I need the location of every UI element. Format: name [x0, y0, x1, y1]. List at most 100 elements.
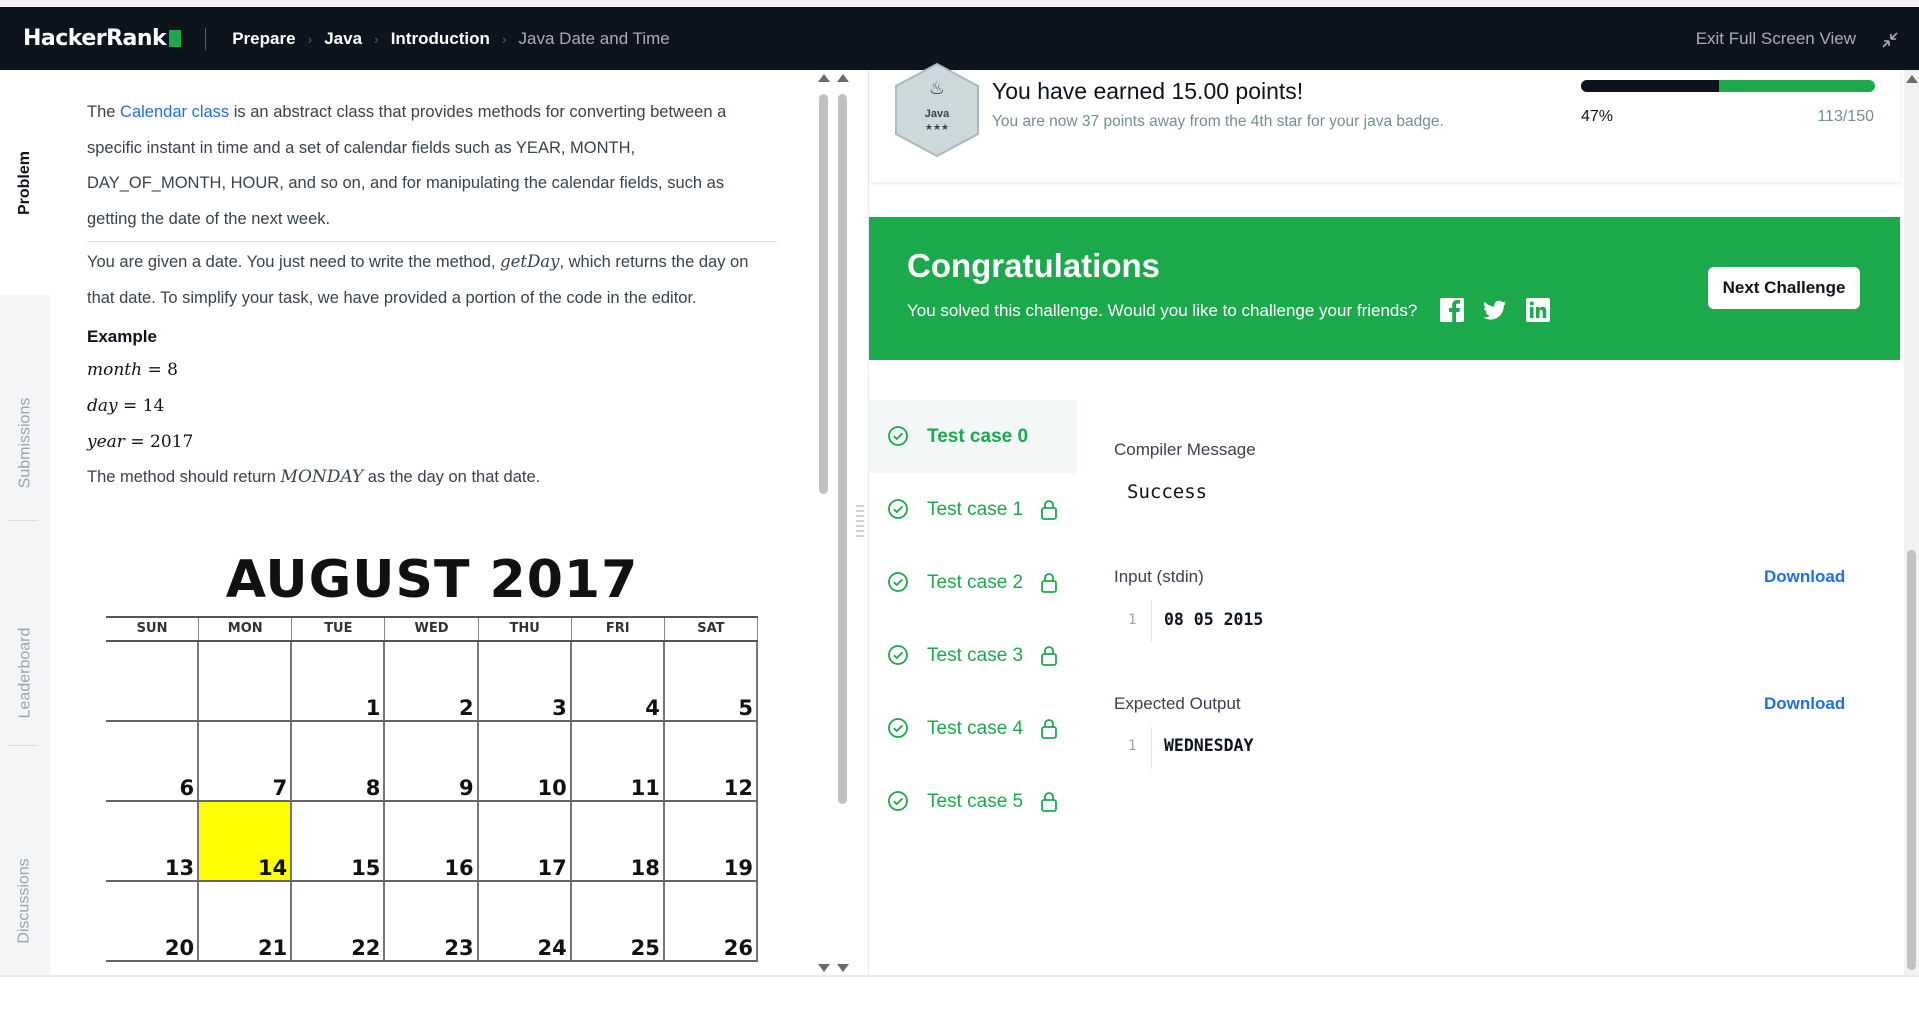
calendar-day-number: 25	[630, 936, 660, 960]
input-label: Input (stdin)	[1114, 567, 1204, 586]
calendar-day-number: 23	[444, 936, 474, 960]
panel-resize-handle[interactable]	[856, 505, 864, 543]
calendar-day-number: 17	[537, 856, 567, 880]
scroll-down-arrow-icon[interactable]	[818, 964, 830, 972]
test-case-label: Test case 0	[927, 425, 1029, 447]
check-circle-icon	[887, 717, 909, 739]
compiler-message-label: Compiler Message	[1114, 440, 1256, 459]
math-val: 14	[142, 396, 165, 416]
calendar-day-number: 18	[630, 856, 660, 880]
congratulations-banner: Congratulations You solved this challeng…	[869, 217, 1900, 360]
calendar-day-number: 21	[258, 936, 288, 960]
check-circle-icon	[887, 425, 909, 447]
calendar-day: 8	[292, 722, 386, 800]
scrollbar-thumb[interactable]	[1907, 550, 1916, 970]
calendar-day-number: 26	[723, 936, 753, 960]
calendar-day: 26	[665, 882, 758, 960]
test-case-0[interactable]: Test case 0	[869, 400, 1077, 473]
calendar-day: 20	[106, 882, 200, 960]
math-val: 2017	[150, 432, 194, 452]
problem-statement: The Calendar class is an abstract class …	[87, 70, 777, 496]
calendar-day: 11	[572, 722, 665, 800]
congratulations-subtitle: You solved this challenge. Would you lik…	[907, 301, 1418, 320]
scrollbar-thumb[interactable]	[819, 94, 828, 494]
calendar-day-highlighted: 14	[199, 802, 293, 880]
test-case-5[interactable]: Test case 5	[869, 765, 1077, 838]
check-circle-icon	[887, 571, 909, 593]
download-input-link[interactable]: Download	[1764, 567, 1845, 587]
calendar-day: 21	[199, 882, 293, 960]
problem-scrollbar[interactable]	[815, 74, 830, 974]
test-case-2[interactable]: Test case 2	[869, 546, 1077, 619]
points-earned-subtitle: You are now 37 points away from the 4th …	[992, 113, 1444, 130]
scroll-down-arrow-icon[interactable]	[837, 964, 849, 972]
calendar-day-number: 8	[365, 776, 381, 800]
exit-fullscreen-link[interactable]: Exit Full Screen View	[1696, 29, 1856, 49]
calendar-class-link[interactable]: Calendar class	[120, 103, 229, 121]
calendar-day-number: 20	[164, 936, 195, 960]
breadcrumb-java[interactable]: Java	[324, 29, 362, 49]
calendar-day-number: 19	[723, 856, 753, 880]
linkedin-icon[interactable]	[1525, 297, 1551, 323]
example-year: year = 2017	[87, 424, 777, 460]
breadcrumb-introduction[interactable]: Introduction	[391, 29, 490, 49]
math-op: =	[142, 360, 168, 380]
calendar-day: 2	[385, 642, 479, 720]
calendar-day-number: 9	[458, 776, 474, 800]
progress-fill	[1581, 80, 1720, 92]
tab-divider	[8, 745, 38, 746]
result-scrollbar[interactable]	[1904, 70, 1919, 977]
tab-leaderboard[interactable]: Leaderboard	[0, 560, 50, 785]
tab-discussions[interactable]: Discussions	[0, 788, 50, 1013]
exit-fullscreen-icon[interactable]	[1879, 29, 1901, 51]
text-fragment: The method should return	[87, 468, 281, 486]
download-output-link[interactable]: Download	[1764, 694, 1845, 714]
next-challenge-button[interactable]: Next Challenge	[1708, 267, 1860, 309]
scroll-up-arrow-icon[interactable]	[818, 74, 830, 82]
calendar-day: 3	[479, 642, 572, 720]
math-var: day	[87, 396, 118, 416]
compiler-message: Success	[1127, 481, 1208, 503]
badge-label: Java	[924, 108, 950, 120]
check-circle-icon	[887, 498, 909, 520]
test-case-1[interactable]: Test case 1	[869, 473, 1077, 546]
calendar-day	[106, 642, 200, 720]
calendar-day-number: 14	[258, 856, 288, 880]
calendar-weekday: MON	[199, 618, 293, 640]
header-divider	[205, 27, 207, 50]
section-divider	[87, 241, 777, 242]
calendar-image: AUGUST 2017 SUN MON TUE WED THU FRI SAT 123456…	[106, 548, 758, 977]
logo-mark	[169, 30, 182, 47]
calendar-day-number: 12	[723, 776, 753, 800]
editor-scrollbar[interactable]	[834, 74, 849, 974]
tab-submissions[interactable]: Submissions	[0, 330, 50, 555]
input-line-number: 1	[1128, 612, 1137, 628]
scroll-up-arrow-icon[interactable]	[1906, 75, 1918, 83]
calendar-day-number: 6	[179, 776, 195, 800]
hackerrank-logo[interactable]: HackerRank	[23, 26, 182, 51]
facebook-icon[interactable]	[1439, 297, 1465, 323]
window-top-strip	[0, 0, 1919, 7]
scroll-up-arrow-icon[interactable]	[837, 74, 849, 82]
calendar-day: 9	[385, 722, 479, 800]
svg-text:♨: ♨	[929, 78, 945, 99]
calendar-day: 17	[479, 802, 572, 880]
calendar-weekday: WED	[385, 618, 479, 640]
lock-icon	[1039, 718, 1059, 740]
scrollbar-thumb[interactable]	[838, 94, 847, 804]
calendar-day-number: 13	[164, 856, 195, 880]
task-description: You are given a date. You just need to w…	[87, 244, 777, 316]
test-case-4[interactable]: Test case 4	[869, 692, 1077, 765]
math-var: month	[87, 360, 143, 380]
test-case-label: Test case 1	[927, 498, 1024, 520]
calendar-day: 10	[479, 722, 572, 800]
twitter-icon[interactable]	[1482, 297, 1508, 323]
calendar-week-row: 1 2 3 4 5	[106, 642, 758, 722]
tab-divider	[8, 520, 38, 521]
breadcrumb-chevron-icon: ›	[374, 30, 379, 47]
test-case-label: Test case 5	[927, 790, 1024, 812]
breadcrumb-prepare[interactable]: Prepare	[232, 29, 295, 49]
calendar-day: 23	[385, 882, 479, 960]
tab-problem[interactable]: Problem	[0, 70, 50, 295]
test-case-3[interactable]: Test case 3	[869, 619, 1077, 692]
